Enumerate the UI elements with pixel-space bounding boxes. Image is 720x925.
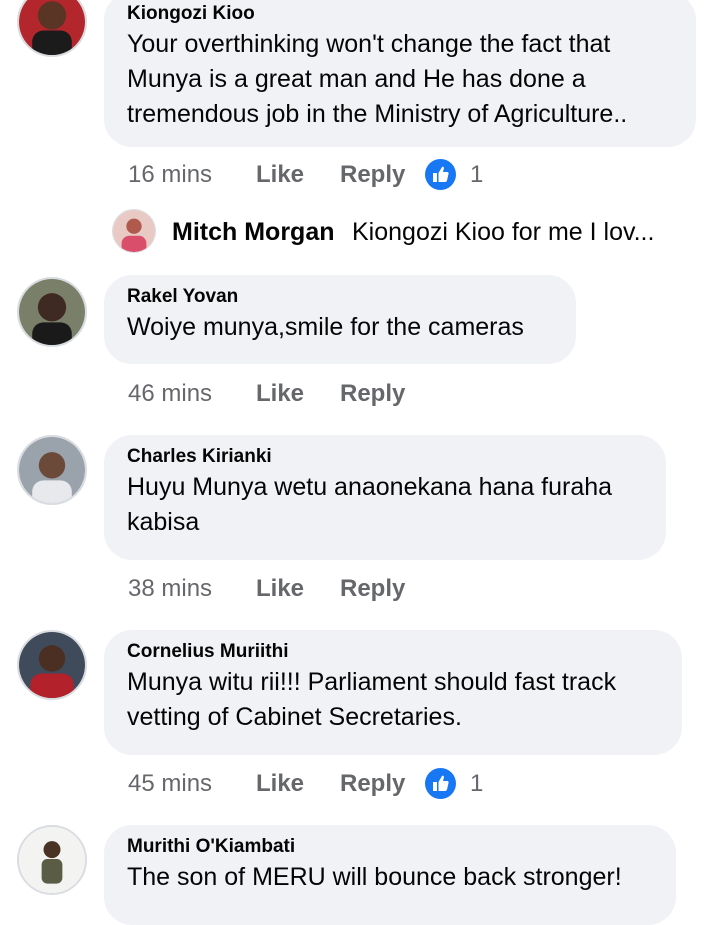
comment-bubble: Rakel Yovan Woiye munya,smile for the ca… <box>104 275 576 364</box>
avatar[interactable] <box>17 0 87 57</box>
reply-button[interactable]: Reply <box>340 160 405 190</box>
comment-bubble: Cornelius Muriithi Munya witu rii!!! Par… <box>104 630 682 755</box>
reply-button[interactable]: Reply <box>340 769 405 799</box>
reply-author[interactable]: Mitch Morgan <box>172 217 335 247</box>
comment-text-line: kabisa <box>127 508 200 536</box>
avatar[interactable] <box>17 825 87 895</box>
reaction-count[interactable]: 1 <box>470 160 483 190</box>
like-button[interactable]: Like <box>256 769 304 799</box>
comment-author[interactable]: Rakel Yovan <box>127 284 556 310</box>
like-button[interactable]: Like <box>256 379 304 409</box>
comment-bubble: Murithi O'Kiambati The son of MERU will … <box>104 825 676 925</box>
comment-actions: 45 mins Like Reply 1 <box>0 768 720 799</box>
comment-actions: 46 mins Like Reply <box>0 379 720 409</box>
comment-time[interactable]: 46 mins <box>128 379 212 409</box>
comment-author[interactable]: Charles Kirianki <box>127 444 646 470</box>
avatar[interactable] <box>112 209 156 253</box>
comment-text-line: tremendous job in the Ministry of Agricu… <box>127 100 628 128</box>
thumbs-up-icon[interactable] <box>425 159 456 190</box>
comment-text-line: Huyu Munya wetu anaonekana hana furaha <box>127 473 613 501</box>
comment-author[interactable]: Murithi O'Kiambati <box>127 834 656 860</box>
thumbs-up-icon[interactable] <box>425 768 456 799</box>
comment-text-line: Munya witu rii!!! Parliament should fast… <box>127 668 617 696</box>
comment-author[interactable]: Kiongozi Kioo <box>127 1 676 27</box>
comment-author[interactable]: Cornelius Muriithi <box>127 639 662 665</box>
avatar[interactable] <box>17 630 87 700</box>
avatar[interactable] <box>17 277 87 347</box>
like-button[interactable]: Like <box>256 574 304 604</box>
reply-button[interactable]: Reply <box>340 379 405 409</box>
comment-actions: 16 mins Like Reply 1 <box>0 159 720 190</box>
reply-preview[interactable]: Mitch Morgan Kiongozi Kioo for me I lov.… <box>112 209 712 253</box>
comment-text-line: vetting of Cabinet Secretaries. <box>127 703 462 731</box>
comment-text-line: Woiye munya,smile for the cameras <box>127 313 524 341</box>
comment-text-line: The son of MERU will bounce back stronge… <box>127 863 622 891</box>
comment-actions: 38 mins Like Reply <box>0 574 720 604</box>
reply-snippet[interactable]: Kiongozi Kioo for me I lov... <box>352 217 654 247</box>
comment-bubble: Kiongozi Kioo Your overthinking won't ch… <box>104 0 696 147</box>
reaction-count[interactable]: 1 <box>470 769 483 799</box>
comment-text-line: Your overthinking won't change the fact … <box>127 30 611 58</box>
comment-time[interactable]: 45 mins <box>128 769 212 799</box>
comment-time[interactable]: 16 mins <box>128 160 212 190</box>
avatar[interactable] <box>17 435 87 505</box>
comment-bubble: Charles Kirianki Huyu Munya wetu anaonek… <box>104 435 666 560</box>
comment-text-line: Munya is a great man and He has done a <box>127 65 586 93</box>
reply-button[interactable]: Reply <box>340 574 405 604</box>
comment-time[interactable]: 38 mins <box>128 574 212 604</box>
like-button[interactable]: Like <box>256 160 304 190</box>
